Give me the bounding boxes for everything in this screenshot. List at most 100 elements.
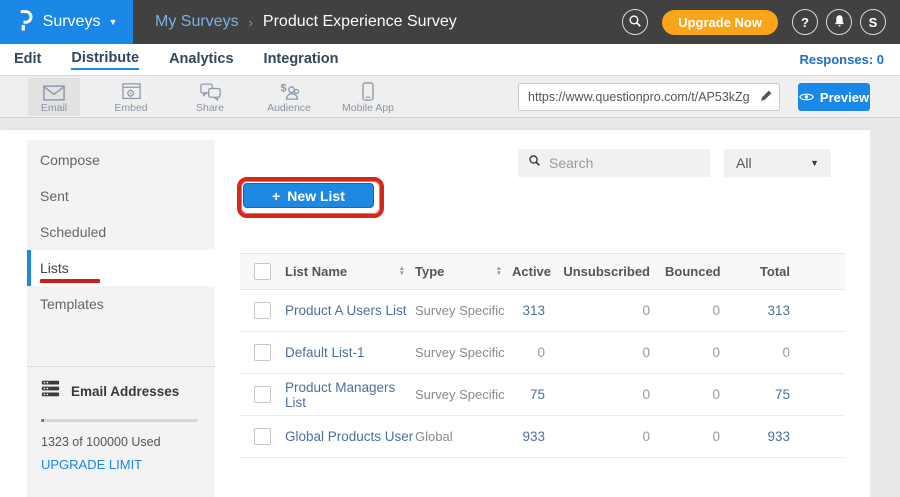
notifications-button[interactable] bbox=[826, 9, 852, 35]
cell-total[interactable]: 313 bbox=[735, 303, 805, 318]
email-usage-text: 1323 of 100000 Used bbox=[41, 435, 201, 449]
chevron-down-icon: ▼ bbox=[810, 158, 819, 168]
cell-active[interactable]: 313 bbox=[512, 303, 560, 318]
sort-icon[interactable]: ▲▼ bbox=[399, 267, 405, 276]
channel-mobile-app[interactable]: Mobile App bbox=[340, 78, 396, 116]
plus-icon: + bbox=[272, 188, 280, 204]
questionpro-logo-icon bbox=[16, 8, 35, 36]
channel-label: Mobile App bbox=[342, 102, 394, 114]
breadcrumb-parent-link[interactable]: My Surveys bbox=[155, 13, 239, 31]
list-server-icon bbox=[41, 379, 60, 403]
cell-total[interactable]: 933 bbox=[735, 429, 805, 444]
mobile-app-icon bbox=[362, 81, 374, 101]
column-header-unsubscribed: Unsubscribed bbox=[560, 264, 665, 279]
sidebar-item-label: Templates bbox=[40, 296, 104, 312]
new-list-button[interactable]: + New List bbox=[243, 183, 374, 208]
email-addresses-title: Email Addresses bbox=[71, 384, 179, 399]
list-search-input[interactable] bbox=[549, 155, 730, 171]
cell-active: 0 bbox=[512, 345, 560, 360]
channel-label: Embed bbox=[114, 102, 147, 114]
account-button[interactable]: S bbox=[860, 9, 886, 35]
sidebar-item-lists[interactable]: Lists bbox=[27, 250, 215, 286]
survey-url-input[interactable] bbox=[519, 90, 753, 104]
column-header-list-name: List Name bbox=[285, 264, 347, 279]
responses-count[interactable]: Responses: 0 bbox=[799, 52, 884, 67]
preview-button[interactable]: Preview bbox=[798, 83, 870, 111]
table-row: Product A Users ListSurvey Specific31300… bbox=[240, 290, 845, 332]
cell-total[interactable]: 75 bbox=[735, 387, 805, 402]
email-icon bbox=[43, 81, 65, 101]
list-name-link[interactable]: Default List-1 bbox=[285, 345, 365, 360]
sort-icon[interactable]: ▲▼ bbox=[496, 267, 502, 276]
row-checkbox[interactable] bbox=[254, 344, 271, 361]
lists-table: List Name ▲▼ Type ▲▼ Active Unsubscribed… bbox=[240, 253, 845, 458]
channel-share[interactable]: Share bbox=[182, 78, 238, 116]
svg-text:$: $ bbox=[281, 82, 287, 94]
select-all-checkbox[interactable] bbox=[254, 263, 271, 280]
row-checkbox[interactable] bbox=[254, 302, 271, 319]
sidebar-item-label: Compose bbox=[40, 152, 100, 168]
top-header: Surveys ▼ My Surveys › Product Experienc… bbox=[0, 0, 900, 44]
filter-value: All bbox=[736, 155, 752, 171]
email-addresses-panel: Email Addresses 1323 of 100000 Used UPGR… bbox=[27, 367, 215, 474]
cell-bounced: 0 bbox=[665, 303, 735, 318]
channel-audience[interactable]: $ Audience bbox=[261, 78, 317, 116]
sidebar-item-label: Scheduled bbox=[40, 224, 106, 240]
tab-edit[interactable]: Edit bbox=[14, 51, 41, 69]
tab-integration[interactable]: Integration bbox=[264, 51, 339, 69]
search-button[interactable] bbox=[622, 9, 648, 35]
channel-email[interactable]: Email bbox=[28, 78, 80, 116]
cell-bounced: 0 bbox=[665, 345, 735, 360]
table-row: Global Products UserGlobal93300933 bbox=[240, 416, 845, 458]
cell-active[interactable]: 933 bbox=[512, 429, 560, 444]
red-highlight-underline bbox=[40, 279, 100, 283]
column-header-bounced: Bounced bbox=[665, 264, 735, 279]
list-type: Survey Specific bbox=[415, 303, 512, 318]
list-name-link[interactable]: Product A Users List bbox=[285, 303, 407, 318]
email-sidebar: Compose Sent Scheduled Lists Templates bbox=[27, 140, 215, 497]
row-checkbox[interactable] bbox=[254, 428, 271, 445]
audience-icon: $ bbox=[278, 81, 300, 101]
cell-unsubscribed: 0 bbox=[560, 345, 665, 360]
page-title: Product Experience Survey bbox=[263, 13, 457, 31]
table-header-row: List Name ▲▼ Type ▲▼ Active Unsubscribed… bbox=[240, 253, 845, 290]
upgrade-limit-link[interactable]: UPGRADE LIMIT bbox=[41, 457, 142, 472]
sidebar-item-sent[interactable]: Sent bbox=[27, 178, 215, 214]
edit-url-button[interactable] bbox=[753, 84, 779, 110]
list-filter-dropdown[interactable]: All ▼ bbox=[724, 149, 831, 177]
cell-unsubscribed: 0 bbox=[560, 429, 665, 444]
upgrade-now-button[interactable]: Upgrade Now bbox=[662, 10, 778, 35]
list-name-link[interactable]: Product Managers List bbox=[285, 380, 395, 410]
row-checkbox[interactable] bbox=[254, 386, 271, 403]
tab-distribute[interactable]: Distribute bbox=[71, 50, 139, 70]
channel-embed[interactable]: Embed bbox=[103, 78, 159, 116]
header-actions: Upgrade Now ? S bbox=[622, 0, 886, 44]
cell-bounced: 0 bbox=[665, 429, 735, 444]
content-card: Compose Sent Scheduled Lists Templates bbox=[0, 130, 870, 497]
help-button[interactable]: ? bbox=[792, 9, 818, 35]
sidebar-item-compose[interactable]: Compose bbox=[27, 142, 215, 178]
breadcrumb-separator-icon: › bbox=[249, 15, 253, 30]
new-list-button-label: New List bbox=[287, 188, 345, 204]
bell-icon bbox=[833, 14, 846, 31]
sidebar-item-templates[interactable]: Templates bbox=[27, 286, 215, 322]
share-icon bbox=[200, 81, 221, 101]
preview-button-label: Preview bbox=[820, 90, 869, 105]
sidebar-item-label: Sent bbox=[40, 188, 69, 204]
tab-analytics[interactable]: Analytics bbox=[169, 51, 233, 69]
page-background bbox=[870, 118, 900, 497]
list-name-link[interactable]: Global Products User bbox=[285, 429, 413, 444]
distribute-toolbar: Email Embed Share $ Audience Mobile App bbox=[0, 76, 900, 118]
table-row: Default List-1Survey Specific0000 bbox=[240, 332, 845, 374]
eye-icon bbox=[799, 90, 814, 105]
breadcrumb: My Surveys › Product Experience Survey bbox=[155, 13, 457, 31]
survey-url-box bbox=[518, 83, 780, 111]
embed-icon bbox=[122, 81, 141, 101]
cell-active[interactable]: 75 bbox=[512, 387, 560, 402]
list-type: Survey Specific bbox=[415, 387, 512, 402]
list-search-box bbox=[518, 149, 710, 177]
channel-label: Email bbox=[41, 102, 67, 114]
sidebar-item-scheduled[interactable]: Scheduled bbox=[27, 214, 215, 250]
cell-bounced: 0 bbox=[665, 387, 735, 402]
product-switcher[interactable]: Surveys ▼ bbox=[0, 0, 133, 44]
